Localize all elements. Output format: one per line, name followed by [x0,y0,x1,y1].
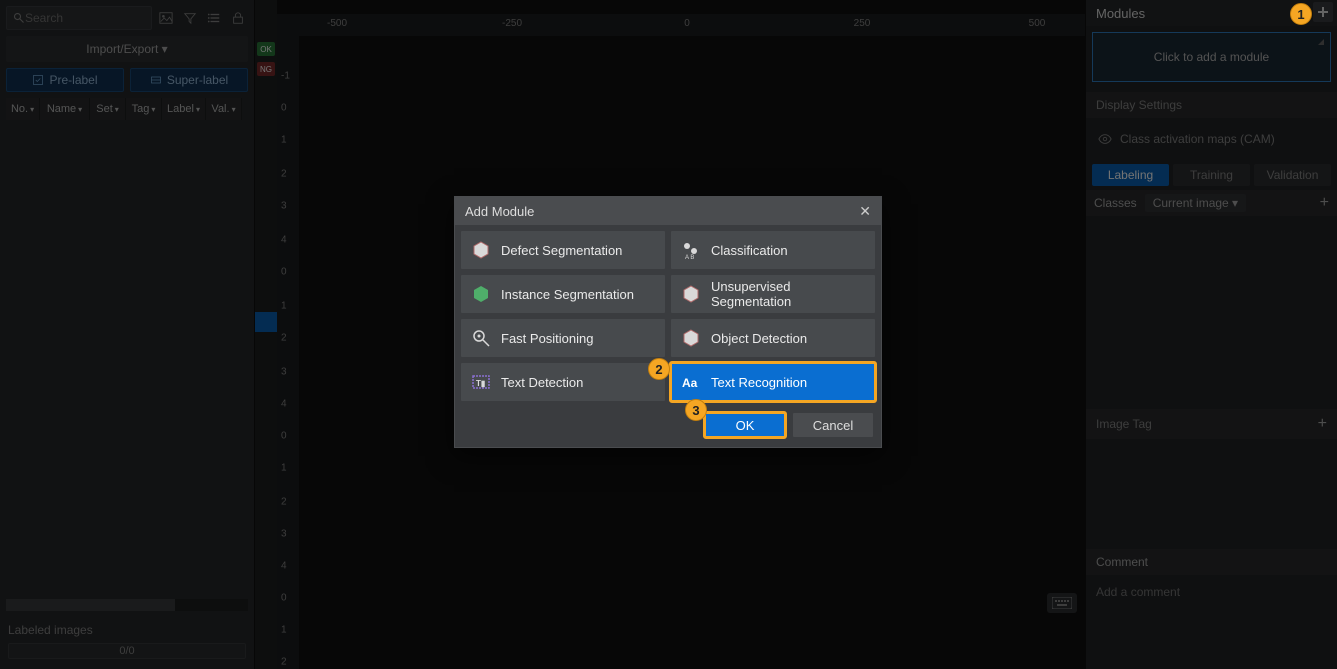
object-detection-icon [681,328,701,348]
module-option-object-detection[interactable]: Object Detection [671,319,875,357]
module-option-label: Unsupervised Segmentation [711,279,865,309]
callout-2: 2 [648,358,670,380]
ok-button[interactable]: OK [705,413,785,437]
add-module-dialog: Add Module ✕ Defect Segmentation A B Class… [454,196,882,448]
module-option-text-recognition[interactable]: Aa Text Recognition [671,363,875,401]
module-option-label: Classification [711,243,788,258]
dialog-title: Add Module [465,204,534,219]
module-option-label: Text Recognition [711,375,807,390]
cancel-button[interactable]: Cancel [793,413,873,437]
callout-1: 1 [1290,3,1312,25]
classification-icon: A B [681,240,701,260]
module-option-fast-positioning[interactable]: Fast Positioning [461,319,665,357]
svg-text:T▮: T▮ [476,379,485,388]
callout-3: 3 [685,399,707,421]
module-option-classification[interactable]: A B Classification [671,231,875,269]
svg-text:Aa: Aa [682,376,698,390]
module-option-label: Text Detection [501,375,583,390]
svg-text:A B: A B [685,255,694,260]
fast-positioning-icon [471,328,491,348]
module-option-text-detection[interactable]: T▮ Text Detection [461,363,665,401]
module-option-unsupervised-segmentation[interactable]: Unsupervised Segmentation [671,275,875,313]
unsupervised-segmentation-icon [681,284,701,304]
instance-segmentation-icon [471,284,491,304]
module-option-instance-segmentation[interactable]: Instance Segmentation [461,275,665,313]
module-option-defect-segmentation[interactable]: Defect Segmentation [461,231,665,269]
module-option-label: Fast Positioning [501,331,594,346]
module-option-label: Defect Segmentation [501,243,622,258]
text-detection-icon: T▮ [471,372,491,392]
text-recognition-icon: Aa [681,372,701,392]
close-icon[interactable]: ✕ [859,203,871,220]
module-option-label: Instance Segmentation [501,287,634,302]
module-option-label: Object Detection [711,331,807,346]
defect-segmentation-icon [471,240,491,260]
